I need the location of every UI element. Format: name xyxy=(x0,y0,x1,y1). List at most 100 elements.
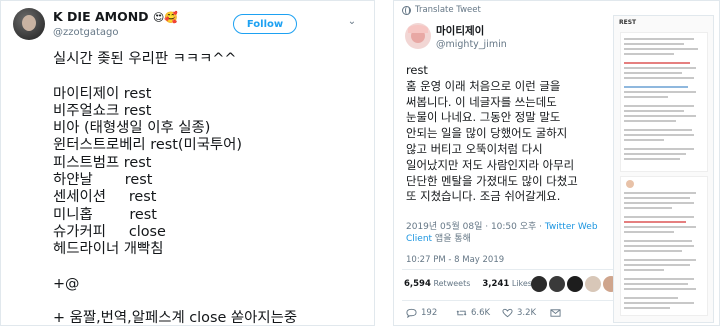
image-text-line xyxy=(624,134,694,136)
retweet-action-count: 6.6K xyxy=(471,308,491,318)
left-display-name[interactable]: K DIE AMOND 😍🥰 xyxy=(53,9,178,24)
tweet-line: 센세이션 rest xyxy=(53,189,157,206)
image-text-line xyxy=(624,264,690,266)
image-text-line xyxy=(624,38,694,40)
tweet-line xyxy=(53,68,373,85)
image-text-line xyxy=(624,288,696,290)
image-text-line xyxy=(624,302,694,304)
more-options-icon[interactable]: ⌄ xyxy=(345,15,359,29)
right-tweet: Translate Tweet 마이티제이 @mighty_jimin rest… xyxy=(393,0,720,326)
retweets-label: Retweets xyxy=(433,279,471,288)
image-text-line xyxy=(624,207,672,209)
attached-image[interactable]: REST xyxy=(613,15,714,323)
image-text-line xyxy=(624,105,694,107)
left-name-emoji: 😍🥰 xyxy=(152,11,179,24)
left-name-text[interactable]: K DIE AMOND xyxy=(53,9,149,24)
image-text-line xyxy=(624,72,682,74)
likes-stat[interactable]: 3,241 Likes xyxy=(482,279,532,289)
liker-avatar[interactable] xyxy=(585,276,601,292)
tweet-line: 하얀날 rest xyxy=(53,172,153,189)
translate-tweet-link[interactable]: Translate Tweet xyxy=(402,5,481,15)
likes-count: 3,241 xyxy=(482,279,510,289)
tweet-line: 않고 버티고 오뚝이처럼 다시 xyxy=(406,141,543,156)
retweet-button[interactable]: 6.6K xyxy=(456,308,490,318)
image-text-line xyxy=(624,129,692,131)
liker-avatar[interactable] xyxy=(549,276,565,292)
tweet-line xyxy=(53,259,373,276)
source-link-2[interactable]: Client xyxy=(406,234,432,244)
image-text-line xyxy=(624,110,684,112)
tweet-line: 비주얼쇼크 rest xyxy=(53,102,152,119)
tweet-line: rest xyxy=(406,63,428,77)
reply-count: 192 xyxy=(421,308,438,318)
image-text-line xyxy=(624,43,684,45)
translate-label[interactable]: Translate Tweet xyxy=(415,5,481,15)
like-action-count: 3.2K xyxy=(517,308,537,318)
right-tweet-text: rest 홈 운영 이래 처음으로 이런 글을 써봅니다. 이 네글자를 쓰는데… xyxy=(406,63,608,205)
image-text-line xyxy=(624,148,694,150)
image-text-line xyxy=(624,48,698,50)
follow-button[interactable]: Follow xyxy=(233,14,297,34)
tweet-line: 헤드라이너 개빡침 xyxy=(53,241,164,258)
image-text-line xyxy=(624,245,694,247)
liker-avatar[interactable] xyxy=(531,276,547,292)
image-text-line xyxy=(624,91,696,93)
heart-icon xyxy=(502,308,513,318)
image-text-line xyxy=(624,240,692,242)
tweet-line: 또 지쳤습니다. 조금 쉬어갈게요. xyxy=(406,189,561,204)
meta-prefix: 2019년 05월 08일 · 10:50 오후 · xyxy=(406,222,545,232)
retweets-stat[interactable]: 6,594 Retweets xyxy=(404,279,470,289)
image-text-line xyxy=(624,231,674,233)
tweet-line: 단단한 멘탈을 가졌대도 많이 다쳤고 xyxy=(406,173,578,188)
left-tweet-text: 실시간 좆된 우리판 ㅋㅋㅋ^^ 마이티제이 rest 비주얼쇼크 rest 비… xyxy=(53,51,373,326)
image-text-line xyxy=(624,297,678,299)
image-text-line xyxy=(624,86,688,88)
image-text-line xyxy=(624,158,680,160)
tweet-line xyxy=(53,293,373,310)
left-avatar[interactable] xyxy=(13,8,45,40)
image-text-line xyxy=(624,62,690,64)
source-link[interactable]: Twitter Web xyxy=(545,222,598,232)
tweet-line: 써봅니다. 이 네글자를 쓰는데도 xyxy=(406,94,557,109)
image-text-line xyxy=(624,115,696,117)
image-avatar xyxy=(626,180,634,188)
tweet-line: +@ xyxy=(53,275,80,292)
tweet-line: 마이티제이 rest xyxy=(53,85,152,102)
liker-avatar[interactable] xyxy=(567,276,583,292)
left-handle[interactable]: @zzotgatago xyxy=(53,27,119,38)
image-text-line xyxy=(624,250,682,252)
image-text-line xyxy=(624,216,694,218)
tweet-line: 안되는 일을 많이 당했어도 굴하지 xyxy=(406,126,568,141)
image-text-line xyxy=(624,77,694,79)
message-button[interactable] xyxy=(550,308,561,318)
image-text-line xyxy=(624,259,696,261)
meta-suffix: 앱을 통해 xyxy=(432,233,471,244)
image-text-line xyxy=(624,53,674,55)
tweet-line: 슈가커피 close xyxy=(53,223,166,240)
image-text-line xyxy=(624,202,694,204)
tweet-line: + 움짤,번역,알페스계 close 쏟아지는중 xyxy=(53,310,298,326)
attached-image-title: REST xyxy=(619,19,637,26)
left-tweet: K DIE AMOND 😍🥰 @zzotgatago Follow ⌄ 실시간 … xyxy=(0,0,375,326)
tweet-timestamp[interactable]: 10:27 PM - 8 May 2019 xyxy=(406,255,504,265)
tweet-line: 피스트범프 rest xyxy=(53,154,152,171)
right-avatar[interactable] xyxy=(405,23,431,49)
right-display-name[interactable]: 마이티제이 xyxy=(436,23,484,38)
tweet-line: 홈 운영 이래 처음으로 이런 글을 xyxy=(406,78,561,93)
image-text-line xyxy=(624,283,688,285)
image-text-line xyxy=(624,96,668,98)
tweet-line: 실시간 좆된 우리판 ㅋㅋㅋ^^ xyxy=(53,51,237,67)
image-text-line xyxy=(624,192,696,194)
reply-button[interactable]: 192 xyxy=(406,308,437,318)
retweets-count: 6,594 xyxy=(404,279,431,289)
like-button[interactable]: 3.2K xyxy=(502,308,536,318)
tweet-stats: 6,594 Retweets 3,241 Likes xyxy=(404,279,532,289)
tweet-line: 눈물이 나네요. 그동안 정말 말도 xyxy=(406,110,561,125)
likes-label: Likes xyxy=(511,279,532,288)
image-text-line xyxy=(624,153,686,155)
retweet-icon xyxy=(456,310,467,316)
image-text-line xyxy=(624,278,694,280)
right-handle[interactable]: @mighty_jimin xyxy=(436,39,507,50)
tweet-line: 비아 (태형생일 이후 실종) xyxy=(53,120,211,137)
envelope-icon xyxy=(550,309,561,317)
